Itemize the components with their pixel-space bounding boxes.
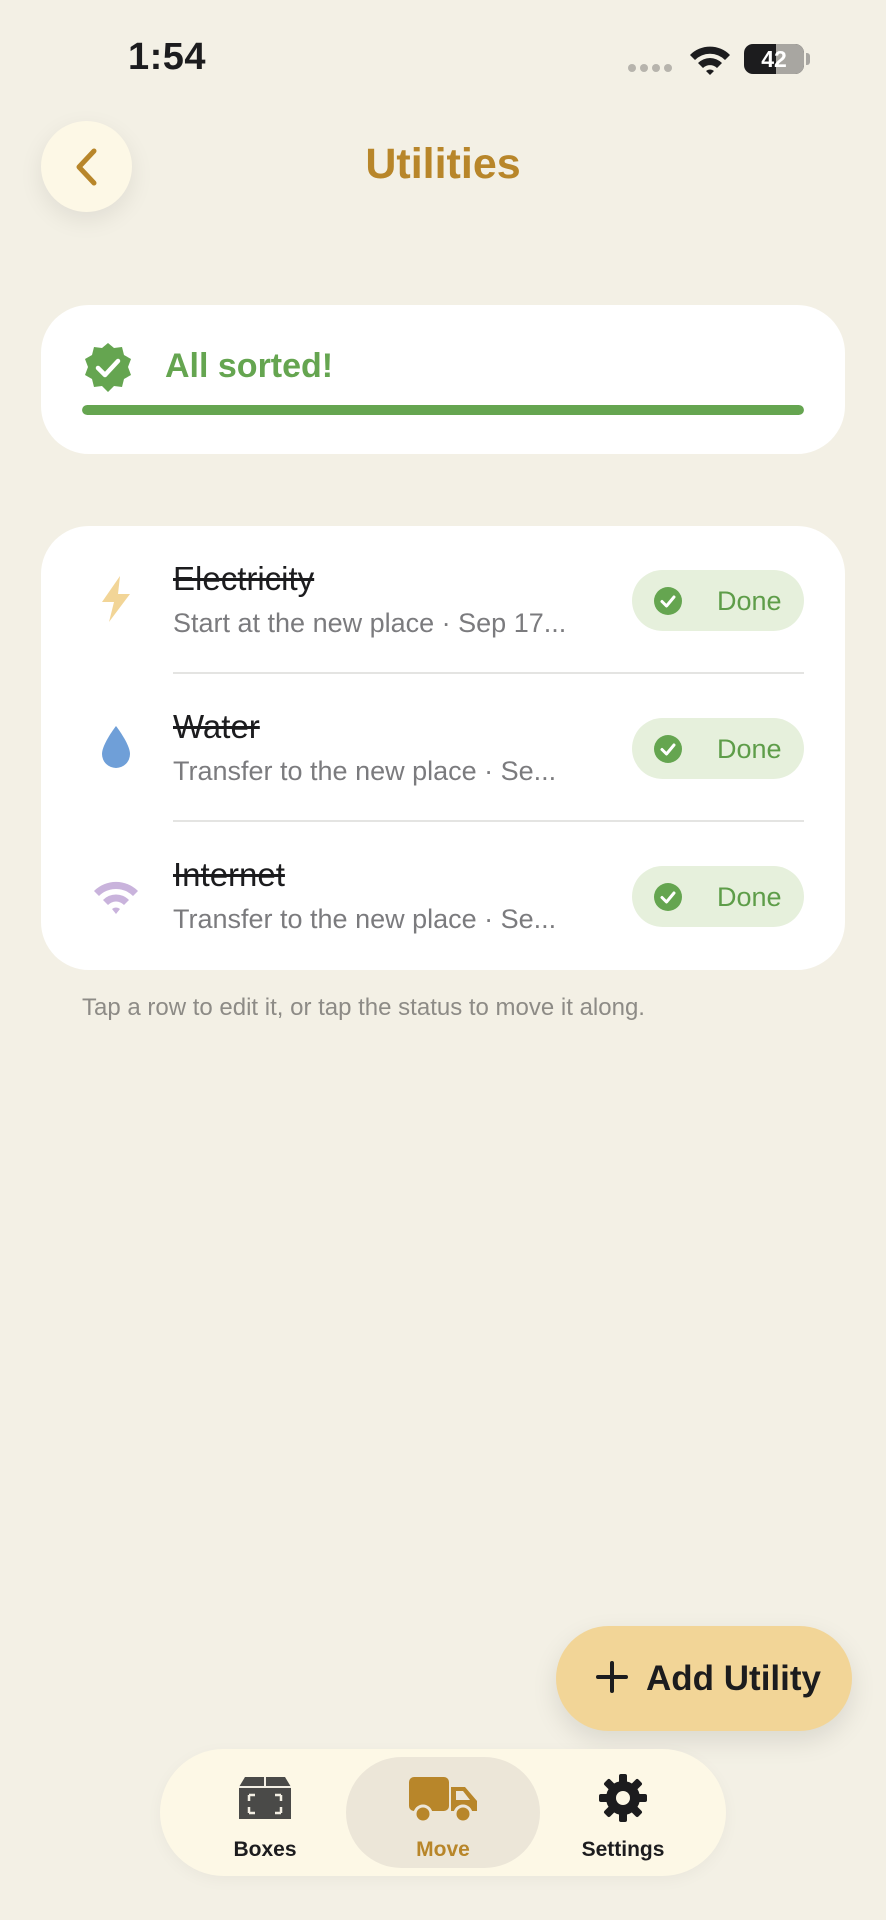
battery-level: 42 — [761, 46, 787, 72]
utility-row-electricity[interactable]: Electricity Start at the new place · Sep… — [41, 526, 845, 674]
gear-icon — [599, 1774, 647, 1822]
truck-icon — [409, 1777, 477, 1823]
utility-row-water[interactable]: Water Transfer to the new place · Se... … — [41, 674, 845, 822]
status-done-button[interactable]: Done — [632, 866, 804, 927]
utility-name: Internet — [173, 856, 285, 893]
status-label: Done — [717, 586, 782, 616]
add-utility-label: Add Utility — [646, 1659, 821, 1698]
utility-row-internet[interactable]: Internet Transfer to the new place · Se.… — [41, 822, 845, 970]
verified-badge-icon — [85, 343, 131, 392]
wifi-icon — [94, 881, 138, 914]
status-label: Done — [717, 734, 782, 764]
lightning-icon — [102, 576, 130, 622]
battery-tip — [806, 53, 810, 65]
checkmark-circle-icon — [654, 587, 682, 615]
battery-icon: 42 — [744, 44, 804, 74]
progress-bar — [82, 405, 804, 415]
utility-subtitle: Transfer to the new place · Se... — [173, 756, 557, 786]
status-done-button[interactable]: Done — [632, 718, 804, 779]
status-bar: 1:54 42 — [0, 0, 886, 110]
status-time: 1:54 — [128, 36, 207, 78]
add-utility-button[interactable]: Add Utility — [556, 1626, 852, 1731]
tab-label: Move — [416, 1838, 470, 1861]
checkmark-circle-icon — [654, 735, 682, 763]
cellular-signal-icon — [628, 64, 672, 72]
utility-name: Electricity — [173, 560, 315, 597]
wifi-status-icon — [690, 46, 730, 75]
summary-status-text: All sorted! — [165, 347, 334, 385]
tab-label: Boxes — [233, 1838, 297, 1861]
plus-icon — [596, 1661, 628, 1693]
progress-fill — [82, 405, 804, 415]
tab-bar: Boxes Move Settings — [160, 1749, 726, 1876]
checkmark-circle-icon — [654, 883, 682, 911]
utility-subtitle: Transfer to the new place · Se... — [173, 904, 557, 934]
status-done-button[interactable]: Done — [632, 570, 804, 631]
tab-settings[interactable]: Settings — [520, 1757, 726, 1868]
tab-boxes[interactable]: Boxes — [160, 1757, 370, 1868]
tab-label: Settings — [581, 1838, 665, 1861]
utility-subtitle: Start at the new place · Sep 17... — [173, 608, 567, 638]
water-drop-icon — [102, 726, 130, 768]
tab-move[interactable]: Move — [346, 1757, 540, 1868]
utility-name: Water — [173, 708, 260, 745]
box-icon — [239, 1777, 291, 1819]
status-label: Done — [717, 882, 782, 912]
hint-text: Tap a row to edit it, or tap the status … — [82, 994, 645, 1021]
utilities-list: Electricity Start at the new place · Sep… — [41, 526, 845, 970]
page-title: Utilities — [365, 140, 521, 188]
summary-card: All sorted! — [41, 305, 845, 454]
